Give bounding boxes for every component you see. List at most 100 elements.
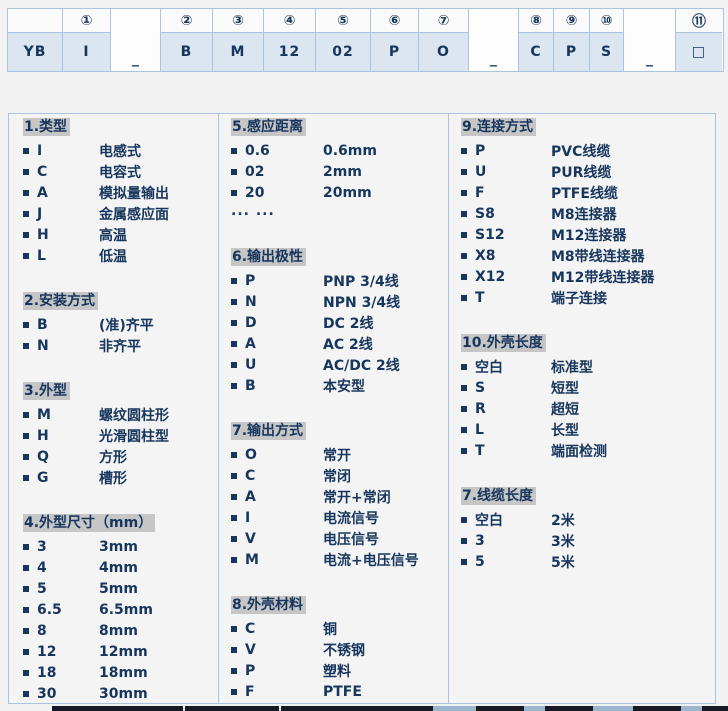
position-number: ⑪ xyxy=(676,9,722,33)
bullet-square-icon xyxy=(231,190,237,196)
item-code: B xyxy=(245,378,323,394)
item-code: D xyxy=(245,315,323,331)
legend-section: 9.连接方式PPVC线缆UPUR线缆FPTFE线缆S8M8连接器S12M12连接… xyxy=(461,117,715,308)
bullet-square-icon xyxy=(461,517,467,523)
item-code: A xyxy=(245,336,323,352)
bullet-square-icon xyxy=(23,232,29,238)
position-number: ⑧ xyxy=(519,9,553,33)
item-description: 短型 xyxy=(551,378,579,398)
item-description: (准)齐平 xyxy=(99,315,154,335)
item-description: 6.5mm xyxy=(99,602,153,618)
bullet-square-icon xyxy=(461,148,467,154)
bullet-square-icon xyxy=(461,538,467,544)
item-description: 螺纹圆柱形 xyxy=(99,405,169,425)
code-value: 02 xyxy=(316,33,370,71)
bullet-square-icon xyxy=(231,362,237,368)
legend-item: 88mm xyxy=(23,620,218,641)
item-description: 常闭 xyxy=(323,466,351,486)
code-cell: ②B xyxy=(161,9,213,71)
item-code: U xyxy=(475,164,551,180)
item-description: 标准型 xyxy=(551,357,593,377)
item-description: AC/DC 2线 xyxy=(323,355,400,375)
item-description: 电压信号 xyxy=(323,529,379,549)
position-number: ⑦ xyxy=(419,9,468,33)
legend-column-3: 9.连接方式PPVC线缆UPUR线缆FPTFE线缆S8M8连接器S12M12连接… xyxy=(449,114,715,703)
code-legend-panel: 1.类型I电感式C电容式A模拟量输出J金属感应面H高温L低温2.安装方式B(准)… xyxy=(8,113,716,704)
legend-item: S短型 xyxy=(461,377,715,398)
legend-item: 0.60.6mm xyxy=(231,140,448,161)
bullet-square-icon xyxy=(231,341,237,347)
code-cell: ⑨P xyxy=(554,9,590,71)
item-code: J xyxy=(37,206,99,222)
item-description: DC 2线 xyxy=(323,313,374,333)
section-title: 7.线缆长度 xyxy=(461,486,715,506)
position-number: ⑩ xyxy=(590,9,623,33)
item-code: P xyxy=(245,663,323,679)
position-number: ② xyxy=(161,9,212,33)
item-description: 5mm xyxy=(99,581,138,597)
bullet-square-icon xyxy=(23,433,29,439)
legend-item: NNPN 3/4线 xyxy=(231,291,448,312)
legend-item: B本安型 xyxy=(231,375,448,396)
item-description: AC 2线 xyxy=(323,334,373,354)
item-description: M8连接器 xyxy=(551,204,617,224)
item-description: 20mm xyxy=(323,185,372,201)
bullet-square-icon xyxy=(461,385,467,391)
item-code: V xyxy=(245,531,323,547)
bullet-square-icon xyxy=(231,668,237,674)
legend-item: C电容式 xyxy=(23,161,218,182)
legend-item: C铜 xyxy=(231,618,448,639)
bullet-square-icon xyxy=(23,322,29,328)
item-code: C xyxy=(37,164,99,180)
position-number: ⑥ xyxy=(371,9,418,33)
bullet-square-icon xyxy=(231,689,237,695)
code-value: YB xyxy=(8,33,62,71)
item-description: 3mm xyxy=(99,539,138,555)
item-code: R xyxy=(475,401,551,417)
bullet-square-icon xyxy=(23,211,29,217)
legend-item: S12M12连接器 xyxy=(461,224,715,245)
code-cell: ⑪□ xyxy=(676,9,722,71)
item-code: T xyxy=(475,443,551,459)
legend-item: A模拟量输出 xyxy=(23,182,218,203)
item-code: S xyxy=(475,380,551,396)
item-code: 20 xyxy=(245,185,323,201)
legend-section: 5.感应距离0.60.6mm022mm2020mm... ... xyxy=(231,117,448,222)
legend-item: 1212mm xyxy=(23,641,218,662)
item-description: 低温 xyxy=(99,246,127,266)
item-description: 塑料 xyxy=(323,661,351,681)
item-code: 30 xyxy=(37,686,99,702)
code-value: P xyxy=(554,33,589,71)
item-code: 5 xyxy=(475,554,551,570)
item-description: 30mm xyxy=(99,686,148,702)
item-code: O xyxy=(245,447,323,463)
bullet-square-icon xyxy=(461,232,467,238)
section-title-text: 5.感应距离 xyxy=(231,118,306,136)
item-description: 高温 xyxy=(99,225,127,245)
legend-section: 8.外壳材料C铜V不锈钢P塑料FPTFE xyxy=(231,595,448,702)
bullet-square-icon xyxy=(231,647,237,653)
item-description: 光滑圆柱型 xyxy=(99,426,169,446)
bullet-square-icon xyxy=(23,649,29,655)
legend-item: Q方形 xyxy=(23,446,218,467)
legend-item: 3030mm xyxy=(23,683,218,703)
item-description: 方形 xyxy=(99,447,127,467)
legend-item: A常开+常闭 xyxy=(231,486,448,507)
item-code: H xyxy=(37,428,99,444)
bullet-square-icon xyxy=(231,494,237,500)
section-title-text: 8.外壳材料 xyxy=(231,596,306,614)
section-title: 1.类型 xyxy=(23,117,218,137)
legend-item: 2020mm xyxy=(231,182,448,203)
legend-section: 10.外壳长度空白标准型S短型R超短L长型T端面检测 xyxy=(461,333,715,461)
legend-item: N非齐平 xyxy=(23,335,218,356)
section-title-text: 1.类型 xyxy=(23,118,70,136)
bullet-square-icon xyxy=(23,412,29,418)
legend-item: PPNP 3/4线 xyxy=(231,270,448,291)
bullet-square-icon xyxy=(231,557,237,563)
bullet-square-icon xyxy=(461,211,467,217)
item-code: I xyxy=(37,143,99,159)
position-number: ③ xyxy=(213,9,263,33)
item-code: 12 xyxy=(37,644,99,660)
code-cell: ⑩S xyxy=(590,9,624,71)
legend-column-2: 5.感应距离0.60.6mm022mm2020mm... ...6.输出极性PP… xyxy=(219,114,449,703)
